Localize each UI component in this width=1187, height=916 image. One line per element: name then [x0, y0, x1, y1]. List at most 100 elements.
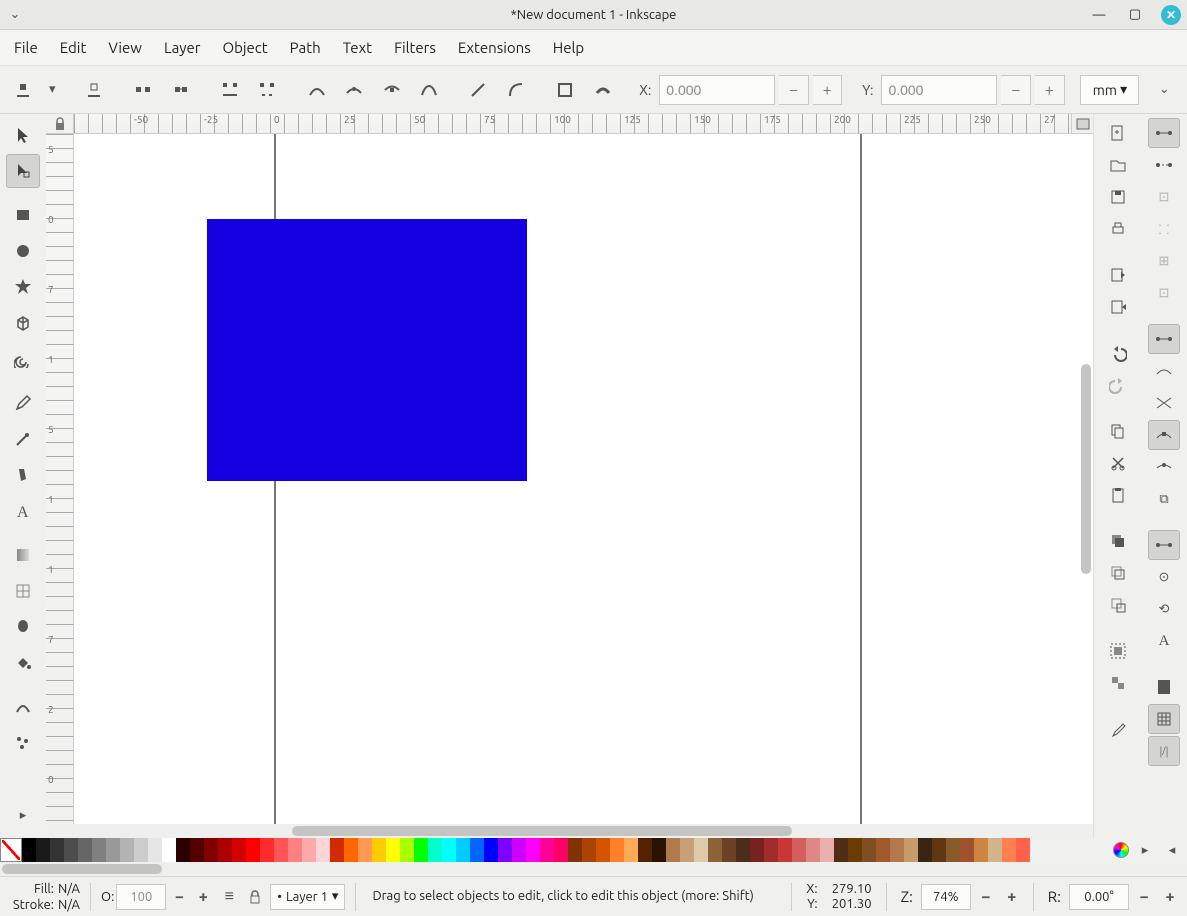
- snap-other-button[interactable]: [1148, 530, 1180, 560]
- color-swatch[interactable]: [764, 838, 778, 862]
- menu-layer[interactable]: Layer: [156, 35, 209, 60]
- paste-button[interactable]: [1102, 480, 1134, 510]
- bezier-tool[interactable]: [6, 422, 40, 456]
- color-swatch[interactable]: [498, 838, 512, 862]
- color-swatch[interactable]: [610, 838, 624, 862]
- color-swatch[interactable]: [232, 838, 246, 862]
- color-swatch[interactable]: [288, 838, 302, 862]
- color-swatch[interactable]: [120, 838, 134, 862]
- color-swatch[interactable]: [1002, 838, 1016, 862]
- color-swatch[interactable]: [750, 838, 764, 862]
- opacity-plus[interactable]: +: [192, 884, 214, 910]
- close-button[interactable]: ✕: [1161, 5, 1181, 25]
- color-swatch[interactable]: [106, 838, 120, 862]
- join-node-button[interactable]: [164, 73, 197, 107]
- color-swatch[interactable]: [862, 838, 876, 862]
- node-cusp-button[interactable]: [300, 73, 333, 107]
- color-swatch[interactable]: [932, 838, 946, 862]
- color-swatch[interactable]: [974, 838, 988, 862]
- dropper-tool[interactable]: [6, 610, 40, 644]
- node-smooth-button[interactable]: [337, 73, 370, 107]
- color-swatch[interactable]: [1016, 838, 1030, 862]
- snap-node-button[interactable]: [1148, 324, 1180, 354]
- import-button[interactable]: [1102, 260, 1134, 290]
- color-swatch[interactable]: [876, 838, 890, 862]
- display-units-button[interactable]: [1071, 114, 1093, 134]
- rotation-minus[interactable]: −: [1133, 884, 1155, 910]
- maximize-button[interactable]: ▢: [1125, 5, 1145, 25]
- color-swatch[interactable]: [162, 838, 176, 862]
- color-swatch[interactable]: [386, 838, 400, 862]
- color-swatch[interactable]: [330, 838, 344, 862]
- color-swatch[interactable]: [274, 838, 288, 862]
- lock-guides-button[interactable]: [46, 114, 74, 134]
- color-swatch[interactable]: [190, 838, 204, 862]
- color-swatch[interactable]: [722, 838, 736, 862]
- opacity-input[interactable]: 100: [116, 884, 166, 910]
- node-y-minus[interactable]: −: [1001, 75, 1031, 105]
- color-swatch[interactable]: [708, 838, 722, 862]
- eyedropper-tool-button[interactable]: [1102, 714, 1134, 744]
- color-swatch[interactable]: [596, 838, 610, 862]
- layer-lock-icon[interactable]: [244, 884, 266, 910]
- snap-midpoint-button[interactable]: ⧉: [1148, 484, 1180, 514]
- color-swatch[interactable]: [582, 838, 596, 862]
- new-document-button[interactable]: [1102, 118, 1134, 148]
- color-swatch[interactable]: [372, 838, 386, 862]
- color-swatch[interactable]: [204, 838, 218, 862]
- 3dbox-tool[interactable]: [6, 306, 40, 340]
- color-swatch[interactable]: [736, 838, 750, 862]
- node-x-minus[interactable]: −: [779, 75, 809, 105]
- color-swatch[interactable]: [946, 838, 960, 862]
- vertical-scrollbar[interactable]: [1081, 364, 1091, 574]
- object-to-path-button[interactable]: [548, 73, 581, 107]
- color-swatch[interactable]: [820, 838, 834, 862]
- color-swatch[interactable]: [918, 838, 932, 862]
- color-swatch[interactable]: [960, 838, 974, 862]
- node-symmetric-button[interactable]: [375, 73, 408, 107]
- gradient-tool[interactable]: [6, 538, 40, 572]
- color-swatch[interactable]: [414, 838, 428, 862]
- snap-text-baseline-button[interactable]: A: [1148, 626, 1180, 656]
- mesh-tool[interactable]: [6, 574, 40, 608]
- color-swatch[interactable]: [666, 838, 680, 862]
- color-swatch[interactable]: [316, 838, 330, 862]
- color-swatch[interactable]: [470, 838, 484, 862]
- color-swatch[interactable]: [988, 838, 1002, 862]
- color-swatch[interactable]: [484, 838, 498, 862]
- zoom-plus[interactable]: +: [1001, 884, 1023, 910]
- delete-segment-button[interactable]: [251, 73, 284, 107]
- palette-menu-button[interactable]: ◂: [1157, 838, 1187, 862]
- color-swatch[interactable]: [512, 838, 526, 862]
- rectangle-tool[interactable]: [6, 198, 40, 232]
- color-swatch[interactable]: [176, 838, 190, 862]
- snap-enable-button[interactable]: [1148, 118, 1180, 148]
- menu-edit[interactable]: Edit: [52, 35, 95, 60]
- spiral-tool[interactable]: [6, 342, 40, 376]
- no-color-swatch[interactable]: [0, 838, 22, 862]
- ellipse-tool[interactable]: [6, 234, 40, 268]
- palette-scrollbar-thumb[interactable]: [2, 864, 162, 874]
- color-swatch[interactable]: [358, 838, 372, 862]
- color-swatch[interactable]: [302, 838, 316, 862]
- blue-rectangle-object[interactable]: [207, 219, 527, 481]
- print-button[interactable]: [1102, 214, 1134, 244]
- snap-bbox-midpoint-button[interactable]: ⊞: [1148, 246, 1180, 276]
- break-node-button[interactable]: [126, 73, 159, 107]
- color-swatch[interactable]: [442, 838, 456, 862]
- duplicate-button[interactable]: [1102, 526, 1134, 556]
- text-tool[interactable]: A: [6, 494, 40, 528]
- canvas[interactable]: [74, 134, 1093, 824]
- color-swatch[interactable]: [694, 838, 708, 862]
- color-swatch[interactable]: [428, 838, 442, 862]
- snap-bbox-edge-button[interactable]: ⊡: [1148, 182, 1180, 212]
- color-swatch[interactable]: [848, 838, 862, 862]
- menu-object[interactable]: Object: [214, 35, 275, 60]
- color-swatch[interactable]: [890, 838, 904, 862]
- pencil-tool[interactable]: [6, 386, 40, 420]
- copy-button[interactable]: [1102, 416, 1134, 446]
- export-button[interactable]: [1102, 292, 1134, 322]
- snap-page-border-button[interactable]: [1148, 672, 1180, 702]
- group-button[interactable]: [1102, 636, 1134, 666]
- menu-help[interactable]: Help: [545, 35, 592, 60]
